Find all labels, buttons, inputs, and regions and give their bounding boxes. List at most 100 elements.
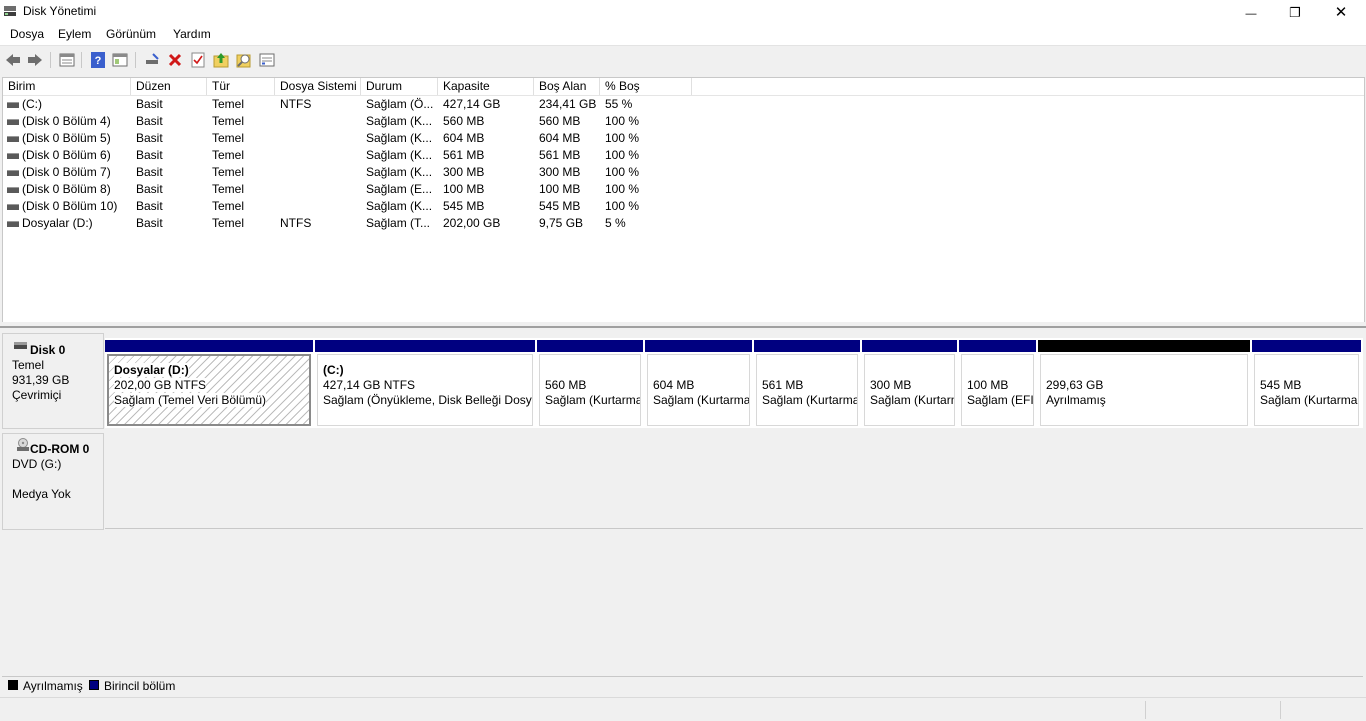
delete-button[interactable] bbox=[166, 51, 184, 69]
partition-block[interactable]: 604 MBSağlam (Kurtarma Bölümü) bbox=[645, 338, 754, 428]
table-cell: Sağlam (K... bbox=[366, 199, 433, 213]
cdrom-0-label[interactable]: CD-ROM 0 DVD (G:) Medya Yok bbox=[2, 433, 104, 530]
forward-button[interactable] bbox=[26, 51, 44, 69]
table-cell: 5 % bbox=[605, 216, 626, 230]
partition-block[interactable]: 561 MBSağlam (Kurtarma Bölümü) bbox=[754, 338, 862, 428]
disk-list-button[interactable] bbox=[58, 51, 76, 69]
table-row[interactable]: (C:) Basit Temel NTFS Sağlam (Ö... 427,14 GB 2… bbox=[3, 96, 703, 113]
table-cell: 604 MB bbox=[539, 131, 581, 145]
volume-icon bbox=[7, 119, 19, 125]
partition-block[interactable]: Dosyalar (D:) 202,00 GB NTFS Sağlam (Temel… bbox=[105, 338, 315, 428]
menu-yardim[interactable]: Yardım bbox=[173, 27, 211, 41]
column-durum[interactable]: Durum bbox=[361, 78, 438, 95]
table-cell: (Disk 0 Bölüm 7) bbox=[22, 165, 111, 179]
volume-icon bbox=[7, 221, 19, 227]
volume-icon bbox=[7, 187, 19, 193]
table-row[interactable]: (Disk 0 Bölüm 8) Basit Temel Sağlam (E... 10… bbox=[3, 181, 703, 198]
toolbar-separator bbox=[135, 52, 136, 68]
properties-icon bbox=[236, 54, 251, 68]
column-dosya-sistemi[interactable]: Dosya Sistemi bbox=[275, 78, 361, 95]
partition-block[interactable]: (C:) 427,14 GB NTFS Sağlam (Önyükleme, Dis… bbox=[315, 338, 537, 428]
table-row[interactable]: Dosyalar (D:) Basit Temel NTFS Sağlam (T... 2… bbox=[3, 215, 703, 232]
partition-block[interactable]: 560 MBSağlam (Kurtarma Bölümü) bbox=[537, 338, 645, 428]
table-cell: (Disk 0 Bölüm 4) bbox=[22, 114, 111, 128]
cd-drive-icon bbox=[17, 438, 29, 451]
status-divider bbox=[1280, 701, 1281, 719]
partition-status: Ayrılmamış bbox=[1046, 393, 1106, 407]
toolbar-separator bbox=[81, 52, 82, 68]
primary-partition-bar bbox=[315, 340, 535, 352]
column-tur[interactable]: Tür bbox=[207, 78, 275, 95]
maximize-button[interactable]: ❐ bbox=[1272, 0, 1318, 24]
partition-body: 300 MBSağlam (Kurtarma Bölümü) bbox=[864, 354, 955, 426]
disk-0-label[interactable]: Disk 0 Temel 931,39 GB Çevrimiçi bbox=[2, 333, 104, 429]
column-birim[interactable]: Birim bbox=[3, 78, 131, 95]
menu-gorunum[interactable]: Görünüm bbox=[106, 27, 156, 41]
table-row[interactable]: (Disk 0 Bölüm 4) Basit Temel Sağlam (K... 56… bbox=[3, 113, 703, 130]
partition-body: 560 MBSağlam (Kurtarma Bölümü) bbox=[539, 354, 641, 426]
properties-button[interactable] bbox=[235, 51, 253, 69]
forward-arrow-icon bbox=[28, 54, 42, 66]
primary-partition-bar bbox=[537, 340, 643, 352]
table-cell: 545 MB bbox=[539, 199, 581, 213]
table-cell: Sağlam (Ö... bbox=[366, 97, 434, 111]
partition-body: 100 MBSağlam (EFI Sistem Bölümü) bbox=[961, 354, 1034, 426]
partition-block[interactable]: 299,63 GB Ayrılmamış bbox=[1038, 338, 1252, 428]
disk-management-app-icon bbox=[4, 6, 16, 16]
close-button[interactable]: ✕ bbox=[1318, 0, 1364, 24]
table-cell: (Disk 0 Bölüm 8) bbox=[22, 182, 111, 196]
partition-status: Sağlam (Kurtarma Bölümü) bbox=[653, 393, 750, 407]
menu-eylem[interactable]: Eylem bbox=[58, 27, 91, 41]
partition-block[interactable]: 300 MBSağlam (Kurtarma Bölümü) bbox=[862, 338, 959, 428]
table-row[interactable]: (Disk 0 Bölüm 10) Basit Temel Sağlam (K... 5… bbox=[3, 198, 703, 215]
minimize-button[interactable]: — bbox=[1228, 0, 1274, 24]
help-icon: ? bbox=[91, 52, 105, 68]
partition-status: Sağlam (Kurtarma Bölümü) bbox=[545, 393, 641, 407]
table-row[interactable]: (Disk 0 Bölüm 7) Basit Temel Sağlam (K... 30… bbox=[3, 164, 703, 181]
legend-unallocated-label: Ayrılmamış bbox=[23, 679, 83, 693]
table-cell: Basit bbox=[136, 216, 163, 230]
partition-block[interactable]: 100 MBSağlam (EFI Sistem Bölümü) bbox=[959, 338, 1038, 428]
partition-body: Dosyalar (D:) 202,00 GB NTFS Sağlam (Temel… bbox=[107, 354, 311, 426]
volume-icon bbox=[7, 153, 19, 159]
console-tree-button[interactable] bbox=[111, 51, 129, 69]
partition-size: 202,00 GB NTFS bbox=[114, 378, 207, 392]
column-yuzde-bos[interactable]: % Boş bbox=[600, 78, 692, 95]
window-title: Disk Yönetimi bbox=[23, 4, 97, 18]
connect-drive-button[interactable] bbox=[143, 51, 161, 69]
table-row[interactable]: (Disk 0 Bölüm 6) Basit Temel Sağlam (K... 56… bbox=[3, 147, 703, 164]
table-cell: 100 % bbox=[605, 165, 640, 179]
column-kapasite[interactable]: Kapasite bbox=[438, 78, 534, 95]
view-button[interactable] bbox=[258, 51, 276, 69]
table-cell: NTFS bbox=[280, 97, 312, 111]
column-bos-alan[interactable]: Boş Alan bbox=[534, 78, 600, 95]
primary-partition-bar bbox=[862, 340, 957, 352]
cdrom-0-area[interactable] bbox=[105, 433, 1363, 529]
table-cell: Temel bbox=[212, 131, 245, 145]
table-cell: 560 MB bbox=[539, 114, 581, 128]
table-cell: 100 % bbox=[605, 131, 640, 145]
toolbar: ? bbox=[0, 45, 1366, 73]
primary-partition-bar bbox=[959, 340, 1036, 352]
restore-icon: ❐ bbox=[1289, 5, 1301, 20]
table-cell: 300 MB bbox=[443, 165, 485, 179]
back-button[interactable] bbox=[4, 51, 22, 69]
pane-splitter[interactable] bbox=[0, 322, 1366, 328]
export-button[interactable] bbox=[212, 51, 230, 69]
column-duzen[interactable]: Düzen bbox=[131, 78, 207, 95]
menu-dosya[interactable]: Dosya bbox=[10, 27, 44, 41]
partition-size: 100 MB bbox=[967, 378, 1009, 392]
table-cell: Temel bbox=[212, 114, 245, 128]
partition-block[interactable]: 545 MBSağlam (Kurtarma Bölümü) bbox=[1252, 338, 1363, 428]
primary-partition-bar bbox=[754, 340, 860, 352]
title-bar: Disk Yönetimi — ❐ ✕ bbox=[0, 0, 1366, 24]
table-cell: 100 % bbox=[605, 114, 640, 128]
table-row[interactable]: (Disk 0 Bölüm 5) Basit Temel Sağlam (K... 60… bbox=[3, 130, 703, 147]
check-button[interactable] bbox=[189, 51, 207, 69]
table-cell: Temel bbox=[212, 165, 245, 179]
help-button[interactable]: ? bbox=[89, 51, 107, 69]
partition-size: 427,14 GB NTFS bbox=[323, 378, 416, 392]
check-icon bbox=[191, 52, 205, 68]
partition-size: 560 MB bbox=[545, 378, 587, 392]
table-cell: 561 MB bbox=[443, 148, 485, 162]
